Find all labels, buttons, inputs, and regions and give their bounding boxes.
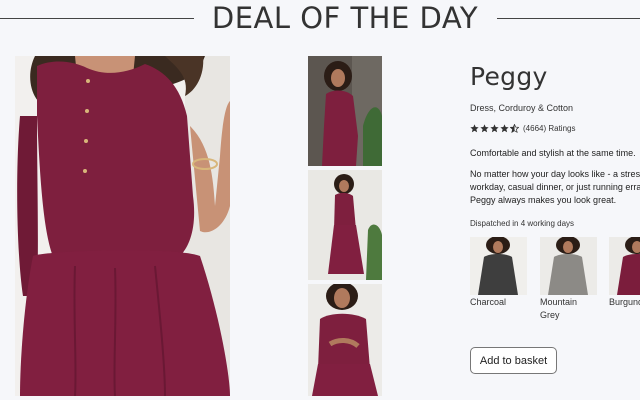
- thumbnail-3[interactable]: [308, 284, 382, 396]
- color-swatch-image: [470, 237, 527, 295]
- dress-thumbnail-full: [308, 170, 382, 280]
- color-option-burgundy[interactable]: Burgund: [609, 237, 640, 309]
- thumbnail-1[interactable]: [308, 56, 382, 166]
- star-half-icon: [510, 124, 519, 133]
- rating-stars: [470, 124, 519, 133]
- page-title: DEAL OF THE DAY: [211, 1, 479, 35]
- star-full-icon: [500, 124, 509, 133]
- burgundy-dress-image: [609, 237, 640, 295]
- rating-count[interactable]: (4664) Ratings: [523, 124, 575, 133]
- star-full-icon: [470, 124, 479, 133]
- color-option-mountain-grey[interactable]: Mountain Grey: [540, 237, 597, 322]
- dispatch-info: Dispatched in 4 working days: [470, 219, 575, 228]
- star-full-icon: [490, 124, 499, 133]
- description-line: workday, casual dinner, or just running …: [470, 182, 640, 192]
- product-tagline: Comfortable and stylish at the same time…: [470, 148, 636, 158]
- product-subtitle: Dress, Corduroy & Cotton: [470, 103, 574, 113]
- thumbnail-2[interactable]: [308, 170, 382, 280]
- mountain-grey-dress-image: [540, 237, 597, 295]
- color-label: Mountain Grey: [540, 297, 578, 320]
- header-rule-left: [0, 18, 194, 19]
- color-label: Burgund: [609, 297, 640, 307]
- product-info-panel: Peggy Dress, Corduroy & Cotton (4664) Ra…: [470, 62, 640, 374]
- description-line: No matter how your day looks like - a st…: [470, 169, 640, 179]
- deal-header: DEAL OF THE DAY: [0, 0, 640, 40]
- dress-front-image: [15, 56, 230, 396]
- color-label: Charcoal: [470, 297, 507, 307]
- color-options: Charcoal Mountain Grey Burgund: [470, 237, 640, 327]
- product-rating[interactable]: (4664) Ratings: [470, 124, 575, 133]
- star-full-icon: [480, 124, 489, 133]
- dress-thumbnail-closeup: [308, 284, 382, 396]
- charcoal-dress-image: [470, 237, 527, 295]
- color-swatch-image: [609, 237, 640, 295]
- description-line: Peggy always makes you look great.: [470, 195, 617, 205]
- add-to-basket-button[interactable]: Add to basket: [470, 347, 557, 374]
- color-option-charcoal[interactable]: Charcoal: [470, 237, 527, 309]
- main-product-image[interactable]: [15, 56, 230, 396]
- color-swatch-image: [540, 237, 597, 295]
- product-description: No matter how your day looks like - a st…: [470, 168, 640, 207]
- product-name: Peggy: [470, 62, 548, 91]
- dress-thumbnail-seated: [308, 56, 382, 166]
- header-rule-right: [497, 18, 640, 19]
